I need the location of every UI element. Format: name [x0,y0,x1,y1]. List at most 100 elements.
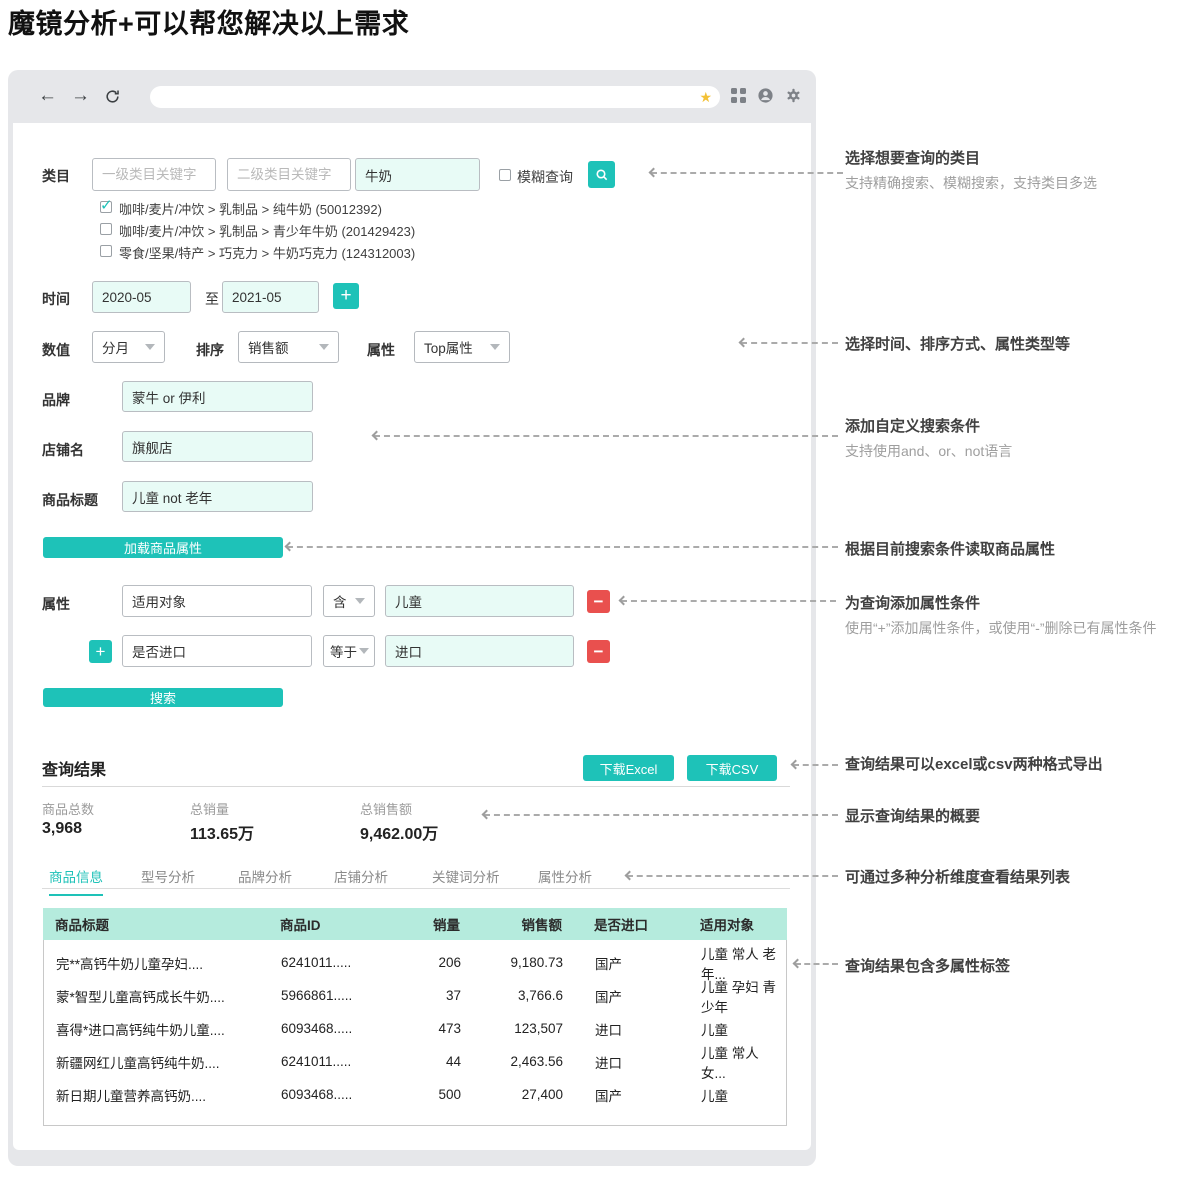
category-result-checkbox[interactable] [100,223,112,235]
time-label: 时间 [42,289,70,309]
apps-grid-icon[interactable] [731,88,746,103]
fuzzy-search-checkbox[interactable] [499,169,511,181]
cell-sales: 206 [393,955,461,970]
annotation: 选择时间、排序方式、属性类型等 [845,333,1195,354]
divider [42,786,790,787]
page-title: 魔镜分析+可以帮您解决以上需求 [8,2,409,41]
annotation: 根据目前搜索条件读取商品属性 [845,538,1195,559]
search-icon [594,167,610,183]
profile-icon[interactable] [757,87,774,104]
cell-title: 喜得*进口高钙纯牛奶儿童.... [44,1019,281,1039]
annotation: 显示查询结果的概要 [845,805,1195,826]
time-from-input[interactable] [92,281,191,313]
annotation: 选择想要查询的类目 支持精确搜索、模糊搜索，支持类目多选 [845,147,1195,194]
cell-target: 儿童 [659,1085,786,1105]
attr-type-select-text: Top属性 [424,337,473,357]
url-input[interactable]: ★ [150,86,720,108]
brand-label: 品牌 [42,390,70,410]
bookmark-star-icon[interactable]: ★ [699,88,712,106]
category-keyword-input[interactable] [355,158,480,191]
tab-model-analysis[interactable]: 型号分析 [141,866,195,894]
annotation-arrow [793,764,838,766]
stat-value: 9,462.00万 [360,820,438,844]
shop-input[interactable] [122,431,313,462]
download-excel-button[interactable]: 下载Excel [583,755,674,781]
annotation-arrow [484,814,838,816]
annotation: 查询结果包含多属性标签 [845,955,1195,976]
cell-import: 进口 [563,1019,659,1039]
chevron-down-icon [319,344,329,350]
value-select-text: 分月 [102,337,129,357]
attr-value-input[interactable] [385,585,574,617]
back-icon[interactable]: ← [38,84,57,108]
remove-attribute-button[interactable]: − [587,640,610,663]
col-header: 商品ID [280,914,392,934]
shop-label: 店铺名 [42,440,84,460]
category-result-checkbox[interactable] [100,245,112,257]
annotation-title: 添加自定义搜索条件 [845,415,1195,436]
table-row[interactable]: 喜得*进口高钙纯牛奶儿童.... 6093468..... 473 123,50… [44,1012,786,1045]
sort-select[interactable]: 销售额 [238,331,339,363]
attr-op-select[interactable]: 等于 [323,635,375,667]
cell-import: 国产 [563,986,659,1006]
table-row[interactable]: 新日期儿童营养高钙奶.... 6093468..... 500 27,400 国… [44,1078,786,1111]
results-heading: 查询结果 [42,756,106,780]
value-select[interactable]: 分月 [92,331,165,363]
add-time-button[interactable]: + [333,283,359,309]
product-title-input[interactable] [122,481,313,512]
category-level2-input[interactable] [227,158,351,191]
add-attribute-button[interactable]: + [89,640,112,663]
cell-id: 5966861..... [281,988,393,1003]
col-header: 销售额 [460,914,562,934]
col-header: 适用对象 [658,914,787,934]
chevron-down-icon [355,598,365,604]
chevron-down-icon [490,344,500,350]
col-header: 商品标题 [43,914,280,934]
stat-label: 总销售额 [360,799,412,818]
settings-gear-icon[interactable] [785,87,802,104]
fuzzy-search-label: 模糊查询 [517,167,573,187]
refresh-icon[interactable] [104,88,121,105]
category-result-text: 零食/坚果/特产 > 巧克力 > 牛奶巧克力 (124312003) [119,243,415,262]
table-row[interactable]: 蒙*智型儿童高钙成长牛奶.... 5966861..... 37 3,766.6… [44,979,786,1012]
tab-keyword-analysis[interactable]: 关键词分析 [432,866,500,894]
annotation-arrow [651,172,843,174]
annotation-arrow [741,342,838,344]
value-label: 数值 [42,340,70,360]
tab-brand-analysis[interactable]: 品牌分析 [238,866,292,894]
annotation: 可通过多种分析维度查看结果列表 [845,866,1195,887]
annotation-title: 查询结果包含多属性标签 [845,955,1195,976]
category-label: 类目 [42,166,70,186]
brand-input[interactable] [122,381,313,412]
time-to-input[interactable] [222,281,319,313]
attr-op-select[interactable]: 含 [323,585,375,617]
chevron-down-icon [359,648,369,654]
cell-target: 儿童 常人 女... [659,1042,786,1082]
category-level1-input[interactable] [92,158,216,191]
category-search-button[interactable] [588,161,615,188]
attr-value-input[interactable] [385,635,574,667]
attributes-label: 属性 [42,594,70,614]
search-submit-button[interactable]: 搜索 [43,688,283,707]
remove-attribute-button[interactable]: − [587,590,610,613]
cell-id: 6093468..... [281,1087,393,1102]
attr-type-select[interactable]: Top属性 [414,331,510,363]
annotation: 添加自定义搜索条件 支持使用and、or、not语言 [845,415,1195,462]
tab-shop-analysis[interactable]: 店铺分析 [334,866,388,894]
table-row[interactable]: 完**高钙牛奶儿童孕妇.... 6241011..... 206 9,180.7… [44,946,786,979]
download-csv-button[interactable]: 下载CSV [687,755,777,781]
cell-amount: 123,507 [461,1021,563,1036]
category-result-checkbox[interactable] [100,201,112,213]
tab-product-info[interactable]: 商品信息 [49,866,103,896]
table-row[interactable]: 新疆网红儿童高钙纯牛奶.... 6241011..... 44 2,463.56… [44,1045,786,1078]
tab-attr-analysis[interactable]: 属性分析 [538,866,592,894]
attr-name-input[interactable] [122,585,312,617]
forward-icon[interactable]: → [71,84,90,108]
cell-title: 完**高钙牛奶儿童孕妇.... [44,953,281,973]
chevron-down-icon [145,344,155,350]
cell-id: 6241011..... [281,955,393,970]
browser-window: ← → ★ [8,70,816,1166]
cell-sales: 37 [393,988,461,1003]
load-attributes-button[interactable]: 加载商品属性 [43,537,283,558]
attr-name-input[interactable] [122,635,312,667]
